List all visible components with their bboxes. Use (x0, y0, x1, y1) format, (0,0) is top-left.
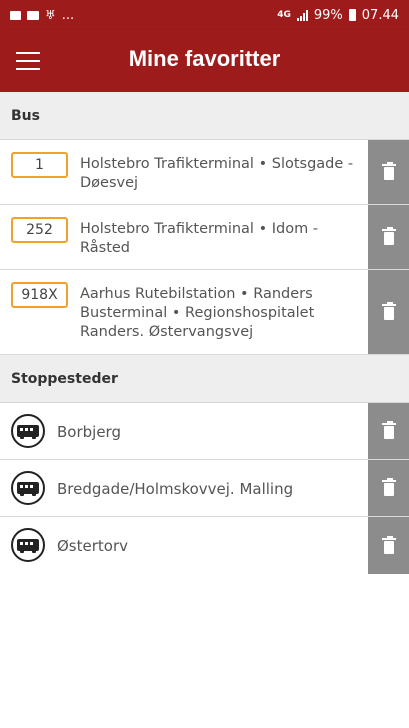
status-bar-notifications: ♅ ... (10, 8, 74, 23)
bus-stop-icon (11, 471, 45, 505)
battery-icon (348, 9, 356, 21)
delete-button[interactable] (368, 270, 409, 354)
delete-button[interactable] (368, 517, 409, 574)
route-description: Holstebro Trafikterminal • Slotsgade - D… (80, 156, 354, 191)
network-type: 4G (277, 10, 291, 20)
status-bar: ♅ ... 4G 99% 07.44 (0, 0, 409, 30)
signal-icon (296, 9, 308, 21)
app-bar: Mine favoritter (0, 30, 409, 92)
delete-button[interactable] (368, 403, 409, 459)
mail-notification-icon (27, 10, 39, 20)
favorite-route-row[interactable]: 252 Holstebro Trafikterminal • Idom - Rå… (0, 205, 409, 270)
stop-name: Borbjerg (57, 423, 121, 441)
more-notifications: ... (61, 7, 75, 23)
favorite-stop-row[interactable]: Østertorv (0, 517, 409, 574)
status-bar-system: 4G 99% 07.44 (277, 8, 399, 23)
route-number-badge: 1 (11, 152, 68, 178)
trash-icon (381, 421, 396, 439)
trash-icon (381, 535, 396, 554)
route-description: Aarhus Rutebilstation • Randers Bustermi… (80, 286, 315, 340)
route-description: Holstebro Trafikterminal • Idom - Råsted (80, 221, 319, 256)
bus-stop-icon (11, 414, 45, 448)
trash-icon (381, 478, 396, 496)
route-number-badge: 918X (11, 282, 68, 308)
favorite-route-row[interactable]: 1 Holstebro Trafikterminal • Slotsgade -… (0, 140, 409, 205)
favorite-stop-row[interactable]: Bredgade/Holmskovvej. Malling (0, 460, 409, 517)
trash-icon (381, 227, 396, 245)
bus-stop-icon (11, 528, 45, 562)
delete-button[interactable] (368, 140, 409, 204)
clock: 07.44 (361, 7, 399, 23)
favorite-stop-row[interactable]: Borbjerg (0, 403, 409, 460)
favorite-route-row[interactable]: 918X Aarhus Rutebilstation • Randers Bus… (0, 270, 409, 355)
section-header-stops: Stoppesteder (0, 355, 409, 403)
page-title: Mine favoritter (128, 46, 281, 71)
delete-button[interactable] (368, 460, 409, 516)
trash-icon (381, 302, 396, 320)
image-notification-icon (10, 10, 21, 20)
battery-level: 99% (313, 7, 343, 23)
stop-name: Bredgade/Holmskovvej. Malling (57, 480, 294, 498)
section-header-bus: Bus (0, 92, 409, 140)
delete-button[interactable] (368, 205, 409, 269)
stop-name: Østertorv (57, 537, 129, 555)
usb-icon: ♅ (45, 8, 56, 22)
route-number-badge: 252 (11, 217, 68, 243)
trash-icon (381, 162, 396, 180)
